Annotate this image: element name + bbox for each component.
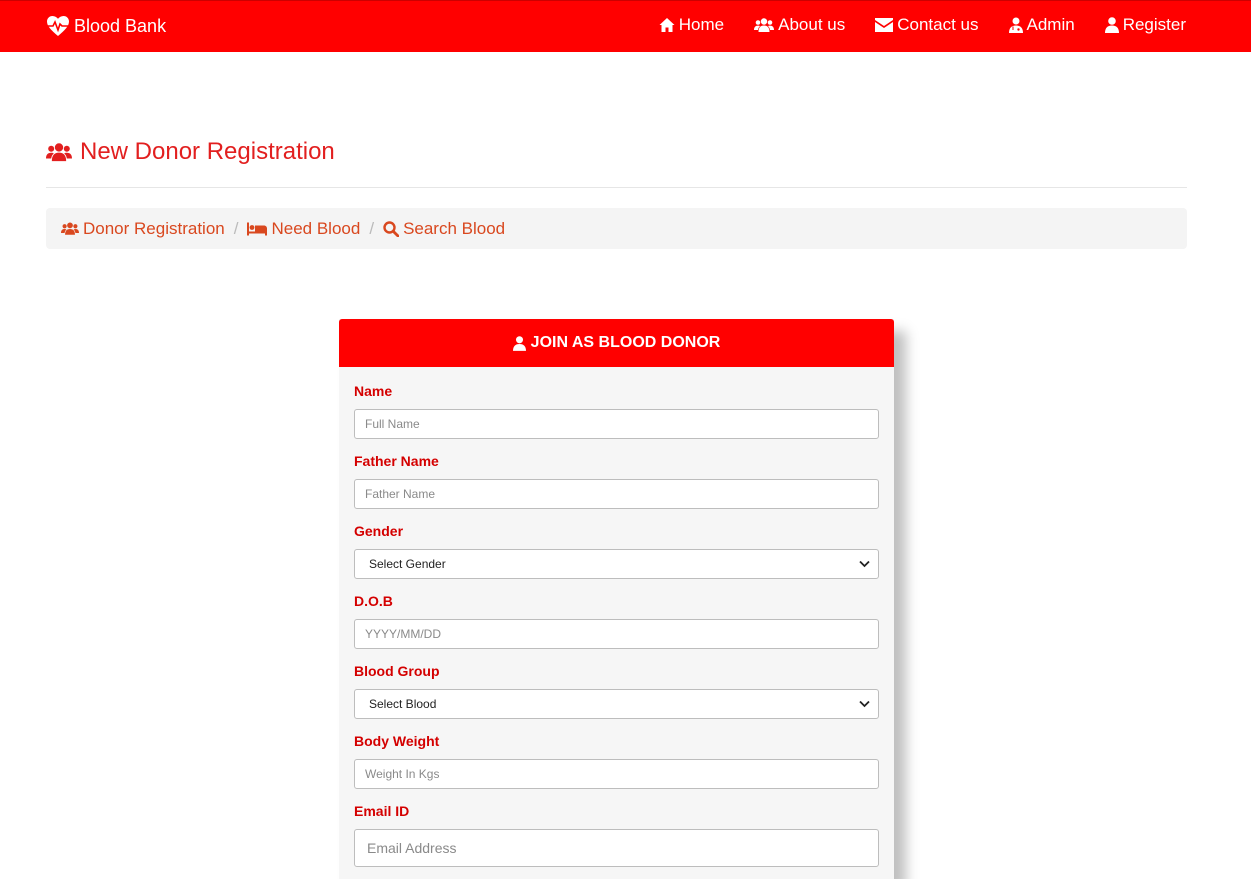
body-weight-field-group: Body Weight — [354, 733, 879, 789]
home-icon — [659, 18, 675, 32]
main-nav: Home About us Contact us Admin Register — [659, 15, 1186, 35]
email-input[interactable] — [354, 829, 879, 867]
brand-link[interactable]: Blood Bank — [46, 15, 166, 37]
nav-about[interactable]: About us — [754, 15, 845, 35]
body-weight-label: Body Weight — [354, 733, 440, 749]
nav-admin-label: Admin — [1026, 15, 1075, 34]
breadcrumb-donor-registration[interactable]: Donor Registration — [61, 219, 225, 239]
search-icon — [383, 220, 400, 237]
breadcrumb-separator: / — [369, 218, 375, 238]
name-input[interactable] — [354, 409, 879, 439]
envelope-icon — [875, 18, 894, 32]
email-field-group: Email ID — [354, 803, 879, 867]
form-title: JOIN AS BLOOD DONOR — [530, 334, 721, 351]
title-divider — [46, 187, 1187, 188]
breadcrumb: Donor Registration / Need Blood / Search… — [46, 208, 1187, 249]
nav-contact[interactable]: Contact us — [875, 15, 979, 35]
gender-selected-value: Select Gender — [369, 557, 446, 571]
dob-field-group: D.O.B — [354, 593, 879, 649]
breadcrumb-search-blood[interactable]: Search Blood — [383, 219, 505, 239]
name-label: Name — [354, 383, 393, 399]
users-icon — [61, 222, 79, 235]
page-title: New Donor Registration — [46, 138, 335, 166]
breadcrumb-label: Search Blood — [403, 218, 506, 238]
father-name-field-group: Father Name — [354, 453, 879, 509]
gender-select[interactable]: Select Gender — [354, 549, 879, 579]
nav-about-label: About us — [778, 15, 846, 34]
form-header: JOIN AS BLOOD DONOR — [339, 319, 894, 367]
chevron-down-icon — [859, 560, 870, 568]
dob-label: D.O.B — [354, 593, 393, 609]
breadcrumb-label: Need Blood — [271, 218, 361, 238]
donor-form-card: JOIN AS BLOOD DONOR Name Father Name Gen… — [339, 319, 894, 879]
blood-group-select[interactable]: Select Blood — [354, 689, 879, 719]
breadcrumb-label: Donor Registration — [83, 218, 225, 238]
gender-label: Gender — [354, 523, 404, 539]
blood-group-selected-value: Select Blood — [369, 697, 437, 711]
nav-register[interactable]: Register — [1104, 15, 1186, 35]
father-name-label: Father Name — [354, 453, 439, 469]
breadcrumb-separator: / — [233, 218, 239, 238]
user-md-icon — [1008, 17, 1023, 33]
father-name-input[interactable] — [354, 479, 879, 509]
users-icon — [754, 18, 775, 32]
heartbeat-icon — [47, 16, 69, 36]
top-navbar: Blood Bank Home About us Contact us Admi… — [0, 0, 1251, 52]
bed-icon — [247, 222, 268, 236]
nav-admin[interactable]: Admin — [1008, 15, 1075, 35]
nav-home-label: Home — [678, 15, 725, 34]
name-field-group: Name — [354, 383, 879, 439]
breadcrumb-need-blood[interactable]: Need Blood — [247, 219, 360, 239]
brand-name: Blood Bank — [74, 15, 167, 36]
nav-contact-label: Contact us — [897, 15, 979, 34]
blood-group-field-group: Blood Group Select Blood — [354, 663, 879, 719]
user-icon — [1104, 17, 1119, 33]
user-icon — [512, 335, 526, 351]
dob-input[interactable] — [354, 619, 879, 649]
body-weight-input[interactable] — [354, 759, 879, 789]
gender-field-group: Gender Select Gender — [354, 523, 879, 579]
blood-group-label: Blood Group — [354, 663, 440, 679]
users-icon — [46, 143, 72, 162]
nav-register-label: Register — [1122, 15, 1186, 34]
email-label: Email ID — [354, 803, 410, 819]
page-title-text: New Donor Registration — [80, 138, 335, 165]
chevron-down-icon — [859, 700, 870, 708]
nav-home[interactable]: Home — [659, 15, 724, 35]
